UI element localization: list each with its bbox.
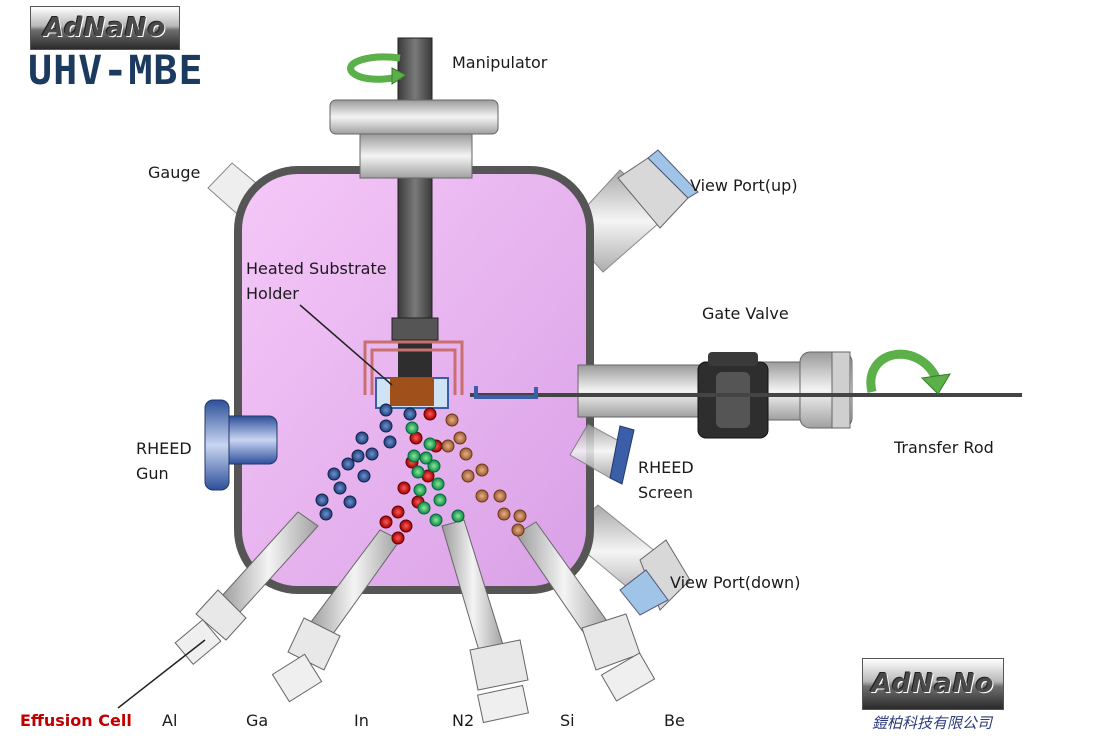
label-view-port-down: View Port(down)	[670, 573, 801, 592]
source-label-al: Al	[162, 711, 178, 730]
manipulator-rotation-icon	[347, 53, 408, 85]
label-heated-substrate-line2: Holder	[246, 284, 299, 303]
label-manipulator: Manipulator	[452, 53, 548, 72]
rotation-arrow-icon	[866, 349, 951, 395]
source-label-si: Si	[560, 711, 575, 730]
mbe-diagram	[117, 37, 1022, 724]
label-rheed-gun-line1: RHEED	[136, 439, 192, 458]
label-view-port-up: View Port(up)	[690, 176, 798, 195]
label-transfer-rod: Transfer Rod	[894, 438, 994, 457]
source-label-ga: Ga	[246, 711, 269, 730]
label-rheed-gun-line2: Gun	[136, 464, 169, 483]
label-effusion-cell: Effusion Cell	[20, 711, 132, 730]
label-gate-valve: Gate Valve	[702, 304, 789, 323]
effusion-leader-line	[117, 639, 206, 709]
label-rheed-screen-line2: Screen	[638, 483, 694, 502]
label-heated-substrate-line1: Heated Substrate	[246, 259, 387, 278]
source-label-n2: N2	[452, 711, 475, 730]
source-label-in: In	[354, 711, 369, 730]
source-label-be: Be	[664, 711, 685, 730]
label-gauge: Gauge	[148, 163, 201, 182]
label-rheed-screen-line1: RHEED	[638, 458, 694, 477]
